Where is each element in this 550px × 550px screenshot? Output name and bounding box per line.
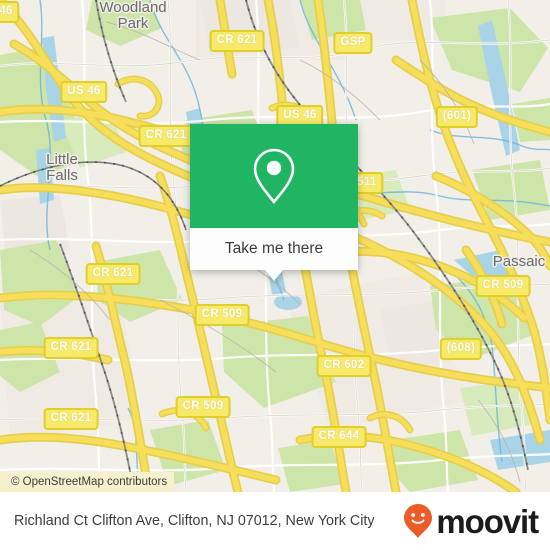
take-me-there-button[interactable]: Take me there [190, 228, 358, 270]
road-shield: CR 509 [194, 304, 250, 326]
road-shield: CR 621 [209, 30, 265, 52]
place-label: Little Falls [46, 151, 78, 184]
destination-popup[interactable]: Take me there [190, 124, 358, 281]
road-shield: CR 621 [138, 125, 194, 147]
road-shield: CR 509 [175, 396, 231, 418]
road-shield: US 46 [60, 81, 108, 103]
moovit-logo[interactable]: moovit [403, 502, 539, 540]
map-screen: Woodland Park Little Falls Passaic 46 CR… [0, 0, 550, 550]
moovit-wordmark: moovit [436, 502, 539, 540]
map-pin-icon [253, 148, 295, 205]
popup-pointer [265, 270, 283, 281]
osm-attribution[interactable]: © OpenStreetMap contributors [0, 472, 175, 492]
road-shield: (608) [439, 338, 483, 360]
road-shield: (601) [435, 106, 479, 128]
road-shield: CR 602 [316, 355, 372, 377]
road-shield: CR 509 [475, 275, 531, 297]
road-shield: CR 644 [311, 426, 367, 448]
road-shield: CR 621 [43, 408, 99, 430]
place-label: Passaic [492, 253, 546, 270]
footer-bar: Richland Ct Clifton Ave, Clifton, NJ 070… [0, 492, 550, 550]
road-shield: CR 621 [43, 337, 99, 359]
popup-image-area [190, 124, 358, 228]
road-shield: 46 [0, 1, 20, 23]
take-me-there-label: Take me there [224, 240, 324, 257]
moovit-smiley-pin-icon [404, 504, 433, 538]
road-shield: GSP [333, 32, 373, 54]
road-shield: CR 621 [85, 263, 141, 285]
place-label: Woodland Park [99, 0, 167, 32]
address-text: Richland Ct Clifton Ave, Clifton, NJ 070… [14, 512, 375, 529]
